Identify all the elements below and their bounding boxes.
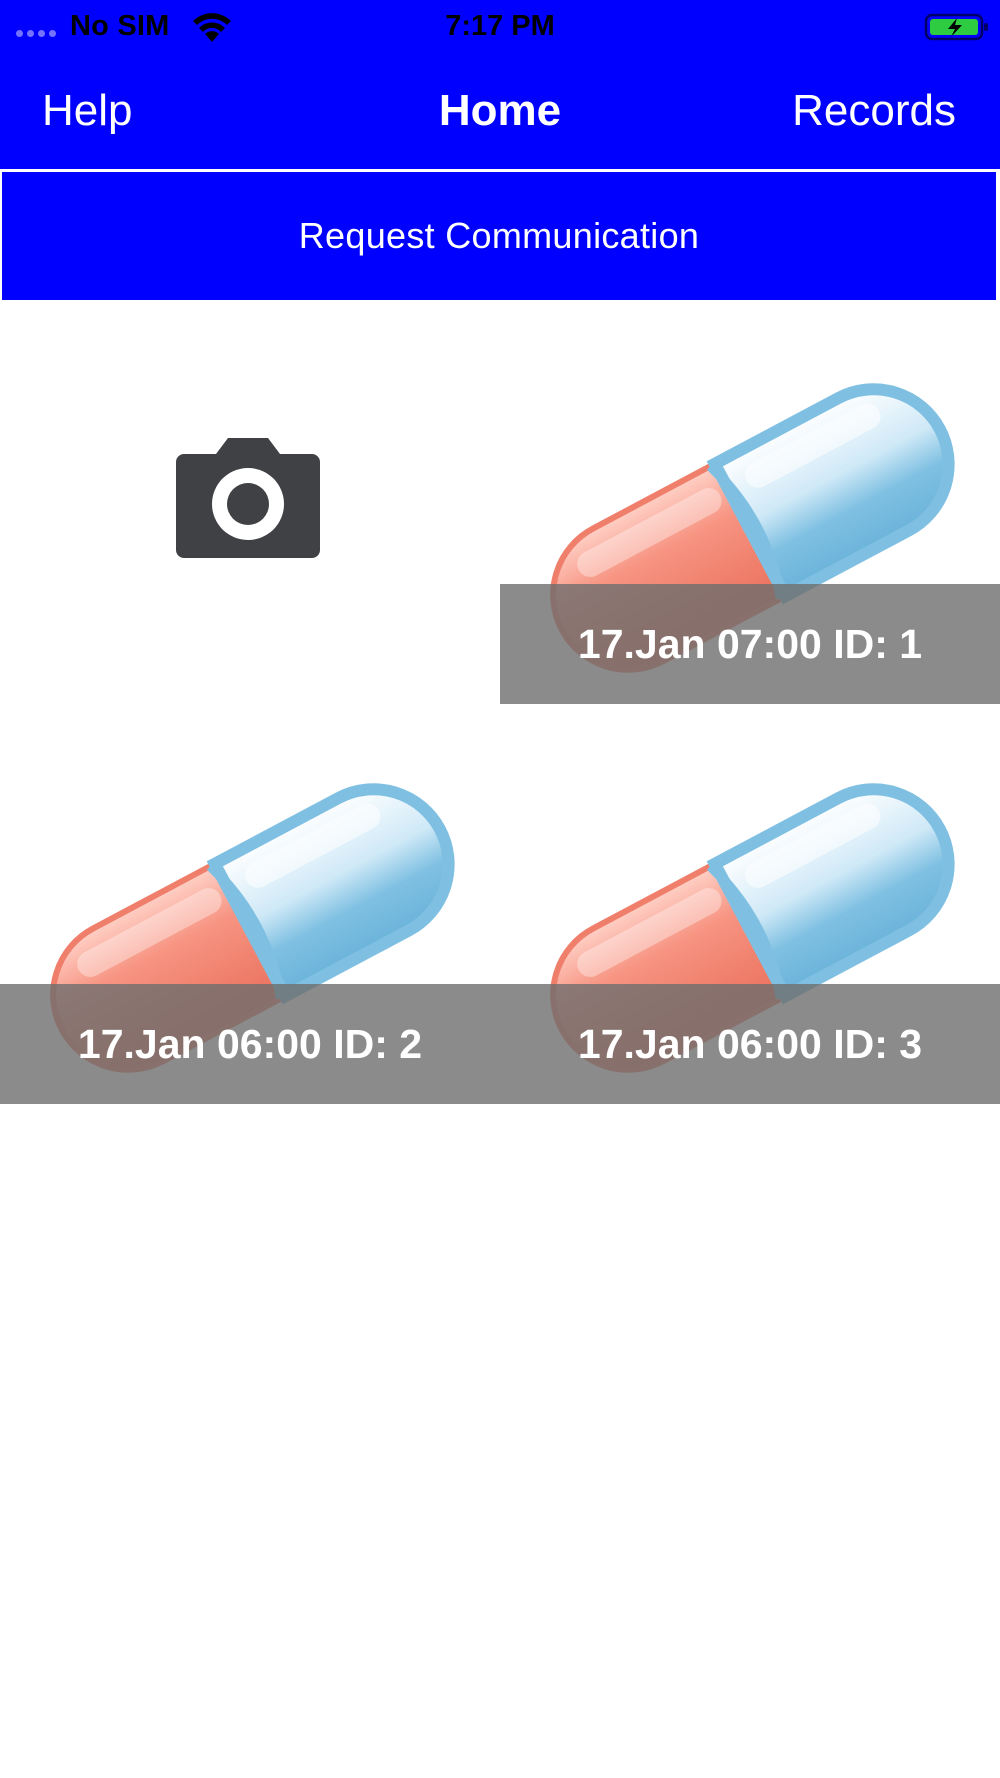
medication-tile[interactable]: 17.Jan 06:00 ID: 3 bbox=[500, 700, 1000, 1104]
battery-charging-icon bbox=[924, 13, 988, 41]
clock: 7:17 PM bbox=[445, 10, 555, 42]
medication-tile[interactable]: 17.Jan 06:00 ID: 2 bbox=[0, 700, 500, 1104]
camera-button[interactable] bbox=[0, 300, 500, 700]
camera-icon bbox=[176, 438, 320, 558]
medication-caption: 17.Jan 06:00 ID: 3 bbox=[500, 984, 1000, 1104]
home-screen: No SIM 7:17 PM Help Home Records Request… bbox=[0, 0, 1000, 1778]
header: No SIM 7:17 PM Help Home Records bbox=[0, 0, 1000, 171]
medication-caption: 17.Jan 07:00 ID: 1 bbox=[500, 584, 1000, 704]
medication-caption: 17.Jan 06:00 ID: 2 bbox=[0, 984, 500, 1104]
nav-bar: Help Home Records bbox=[0, 60, 1000, 168]
medication-tile[interactable]: 17.Jan 07:00 ID: 1 bbox=[500, 300, 1000, 704]
status-bar: No SIM 7:17 PM bbox=[0, 0, 1000, 52]
help-button[interactable]: Help bbox=[42, 86, 133, 136]
request-communication-button[interactable]: Request Communication bbox=[2, 172, 996, 300]
divider bbox=[0, 169, 1000, 171]
records-button[interactable]: Records bbox=[792, 86, 956, 136]
